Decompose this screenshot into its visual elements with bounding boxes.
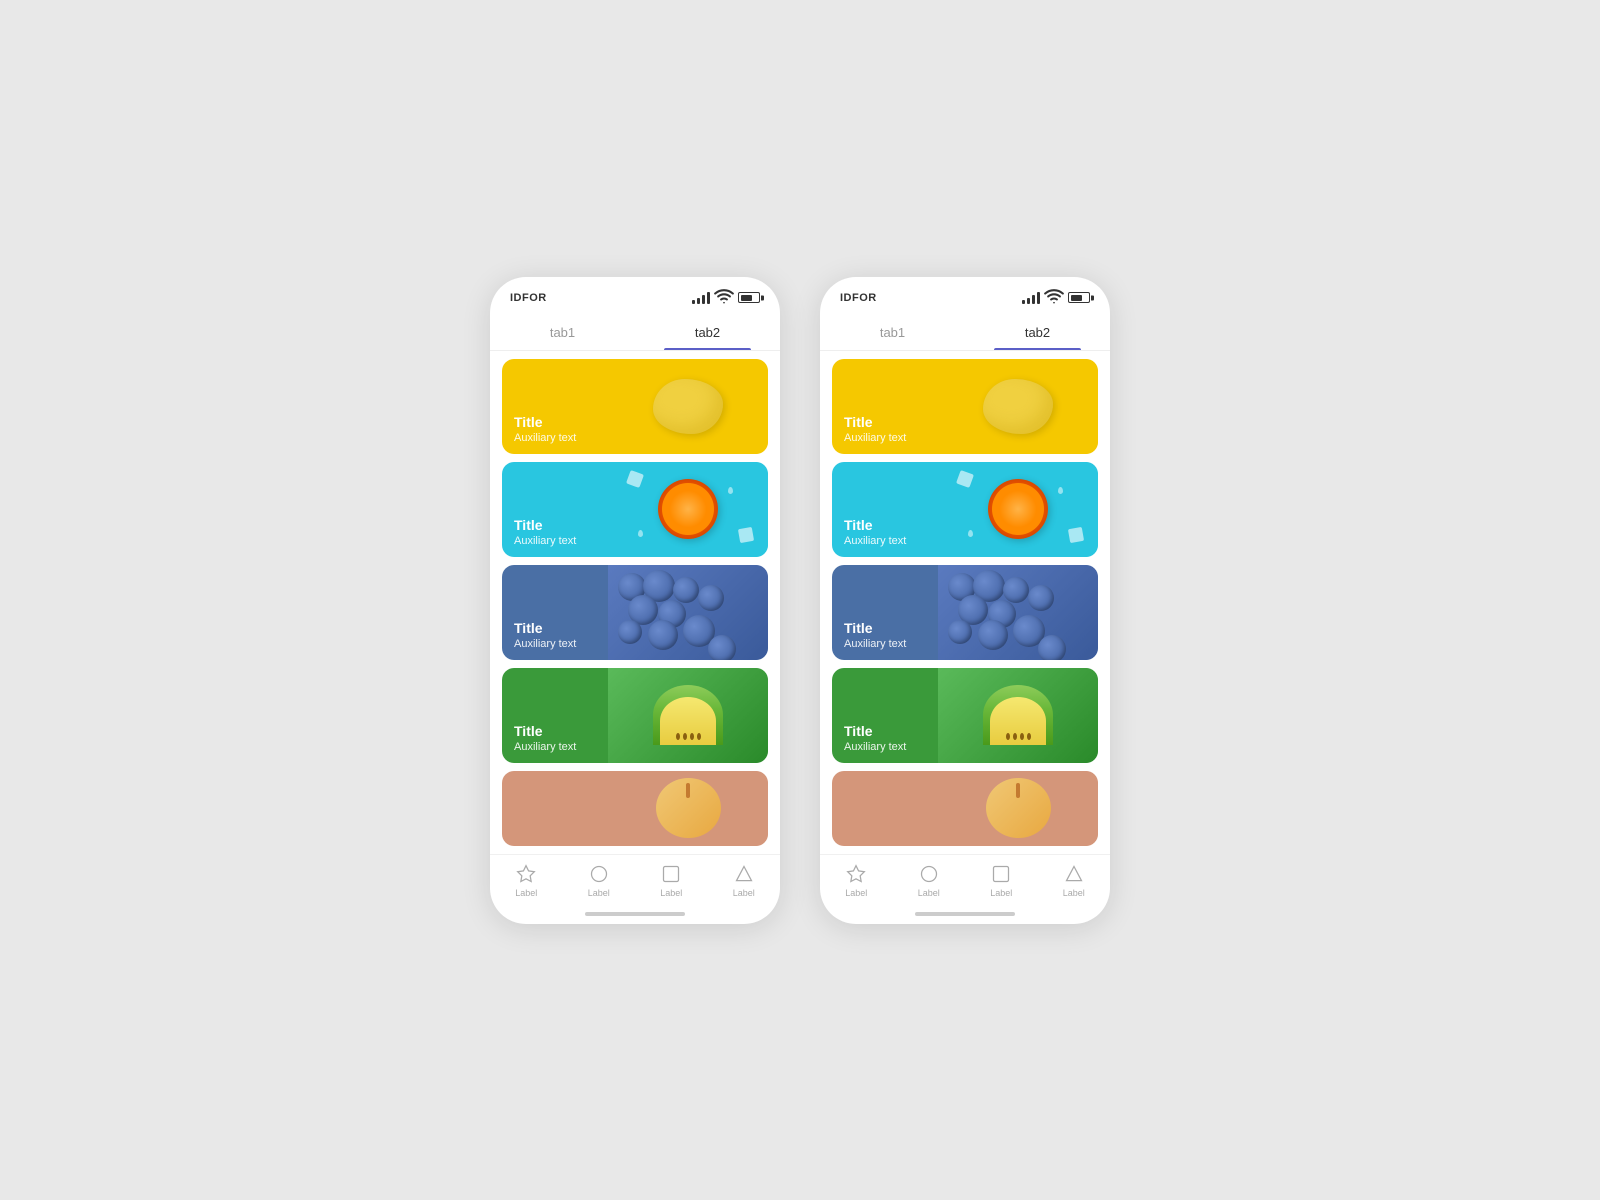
card-list-right: Title Auxiliary text: [820, 351, 1110, 854]
card-title-melon-left: Title: [514, 723, 576, 740]
page-wrapper: IDFOR tab1: [450, 217, 1150, 984]
card-bg-peach-left: [502, 771, 768, 846]
status-bar-right: IDFOR: [820, 277, 1110, 313]
card-subtitle-lemon-left: Auxiliary text: [514, 431, 576, 445]
phone-right: IDFOR tab1: [820, 277, 1110, 924]
home-bar-right: [915, 912, 1015, 916]
tab-bar-right: tab1 tab2: [820, 313, 1110, 351]
nav-item-star-right[interactable]: Label: [845, 863, 867, 898]
nav-label-star-right: Label: [845, 888, 867, 898]
card-lemon-left[interactable]: Title Auxiliary text: [502, 359, 768, 454]
triangle-icon-right: [1063, 863, 1085, 885]
battery-icon-right: [1068, 292, 1090, 303]
card-melon-right[interactable]: Title Auxiliary text: [832, 668, 1098, 763]
peach-visual-left: [608, 771, 768, 846]
status-bar-left: IDFOR: [490, 277, 780, 313]
nav-label-triangle-left: Label: [733, 888, 755, 898]
home-indicator-left: [490, 904, 780, 924]
home-indicator-right: [820, 904, 1110, 924]
card-text-melon-left: Title Auxiliary text: [502, 715, 588, 762]
tab2-right[interactable]: tab2: [965, 317, 1110, 350]
nav-item-triangle-right[interactable]: Label: [1063, 863, 1085, 898]
status-icons-left: [692, 286, 760, 309]
card-orange-left[interactable]: Title Auxiliary text: [502, 462, 768, 557]
square-icon-right: [990, 863, 1012, 885]
lemon-visual-right: [938, 359, 1098, 454]
card-title-orange-right: Title: [844, 517, 906, 534]
card-peach-right[interactable]: [832, 771, 1098, 846]
card-subtitle-lemon-right: Auxiliary text: [844, 431, 906, 445]
tab1-left[interactable]: tab1: [490, 317, 635, 350]
nav-label-square-left: Label: [660, 888, 682, 898]
nav-label-triangle-right: Label: [1063, 888, 1085, 898]
card-title-blueberry-left: Title: [514, 620, 576, 637]
blueberry-visual-left: [608, 565, 768, 660]
signal-icon-right: [1022, 292, 1040, 304]
card-subtitle-melon-left: Auxiliary text: [514, 740, 576, 754]
card-text-blueberry-right: Title Auxiliary text: [832, 612, 918, 659]
brand-label-left: IDFOR: [510, 292, 547, 304]
phone-left: IDFOR tab1: [490, 277, 780, 924]
home-bar-left: [585, 912, 685, 916]
star-icon-right: [845, 863, 867, 885]
brand-label-right: IDFOR: [840, 292, 877, 304]
card-title-lemon-left: Title: [514, 414, 576, 431]
tab1-right[interactable]: tab1: [820, 317, 965, 350]
triangle-icon-left: [733, 863, 755, 885]
lemon-visual-left: [608, 359, 768, 454]
circle-icon-left: [588, 863, 610, 885]
circle-icon-right: [918, 863, 940, 885]
nav-item-triangle-left[interactable]: Label: [733, 863, 755, 898]
orange-visual-right: [938, 462, 1098, 557]
tab2-left[interactable]: tab2: [635, 317, 780, 350]
card-subtitle-melon-right: Auxiliary text: [844, 740, 906, 754]
card-text-orange-left: Title Auxiliary text: [502, 509, 588, 556]
nav-item-circle-left[interactable]: Label: [588, 863, 610, 898]
status-icons-right: [1022, 286, 1090, 309]
wifi-icon-right: [1044, 286, 1064, 309]
card-peach-left[interactable]: [502, 771, 768, 846]
card-lemon-right[interactable]: Title Auxiliary text: [832, 359, 1098, 454]
card-title-lemon-right: Title: [844, 414, 906, 431]
card-title-orange-left: Title: [514, 517, 576, 534]
battery-icon-left: [738, 292, 760, 303]
tab-bar-left: tab1 tab2: [490, 313, 780, 351]
card-text-orange-right: Title Auxiliary text: [832, 509, 918, 556]
nav-item-square-left[interactable]: Label: [660, 863, 682, 898]
peach-visual-right: [938, 771, 1098, 846]
melon-visual-right: [938, 668, 1098, 763]
signal-icon-left: [692, 292, 710, 304]
nav-item-square-right[interactable]: Label: [990, 863, 1012, 898]
wifi-icon-left: [714, 286, 734, 309]
card-bg-peach-right: [832, 771, 1098, 846]
card-title-melon-right: Title: [844, 723, 906, 740]
star-icon-left: [515, 863, 537, 885]
square-icon-left: [660, 863, 682, 885]
card-subtitle-orange-right: Auxiliary text: [844, 534, 906, 548]
card-title-blueberry-right: Title: [844, 620, 906, 637]
bottom-nav-left: Label Label Label: [490, 854, 780, 904]
card-list-left: Title Auxiliary text: [490, 351, 780, 854]
nav-item-circle-right[interactable]: Label: [918, 863, 940, 898]
card-text-blueberry-left: Title Auxiliary text: [502, 612, 588, 659]
nav-label-square-right: Label: [990, 888, 1012, 898]
card-orange-right[interactable]: Title Auxiliary text: [832, 462, 1098, 557]
card-subtitle-blueberry-left: Auxiliary text: [514, 637, 576, 651]
melon-visual-left: [608, 668, 768, 763]
card-subtitle-blueberry-right: Auxiliary text: [844, 637, 906, 651]
card-subtitle-orange-left: Auxiliary text: [514, 534, 576, 548]
nav-label-circle-right: Label: [918, 888, 940, 898]
nav-label-star-left: Label: [515, 888, 537, 898]
orange-visual-left: [608, 462, 768, 557]
nav-item-star-left[interactable]: Label: [515, 863, 537, 898]
card-text-melon-right: Title Auxiliary text: [832, 715, 918, 762]
blueberry-visual-right: [938, 565, 1098, 660]
bottom-nav-right: Label Label Label: [820, 854, 1110, 904]
card-blueberry-right[interactable]: Title Auxiliary text: [832, 565, 1098, 660]
card-text-lemon-left: Title Auxiliary text: [502, 406, 588, 453]
card-blueberry-left[interactable]: Title Auxiliary text: [502, 565, 768, 660]
card-melon-left[interactable]: Title Auxiliary text: [502, 668, 768, 763]
card-text-lemon-right: Title Auxiliary text: [832, 406, 918, 453]
nav-label-circle-left: Label: [588, 888, 610, 898]
